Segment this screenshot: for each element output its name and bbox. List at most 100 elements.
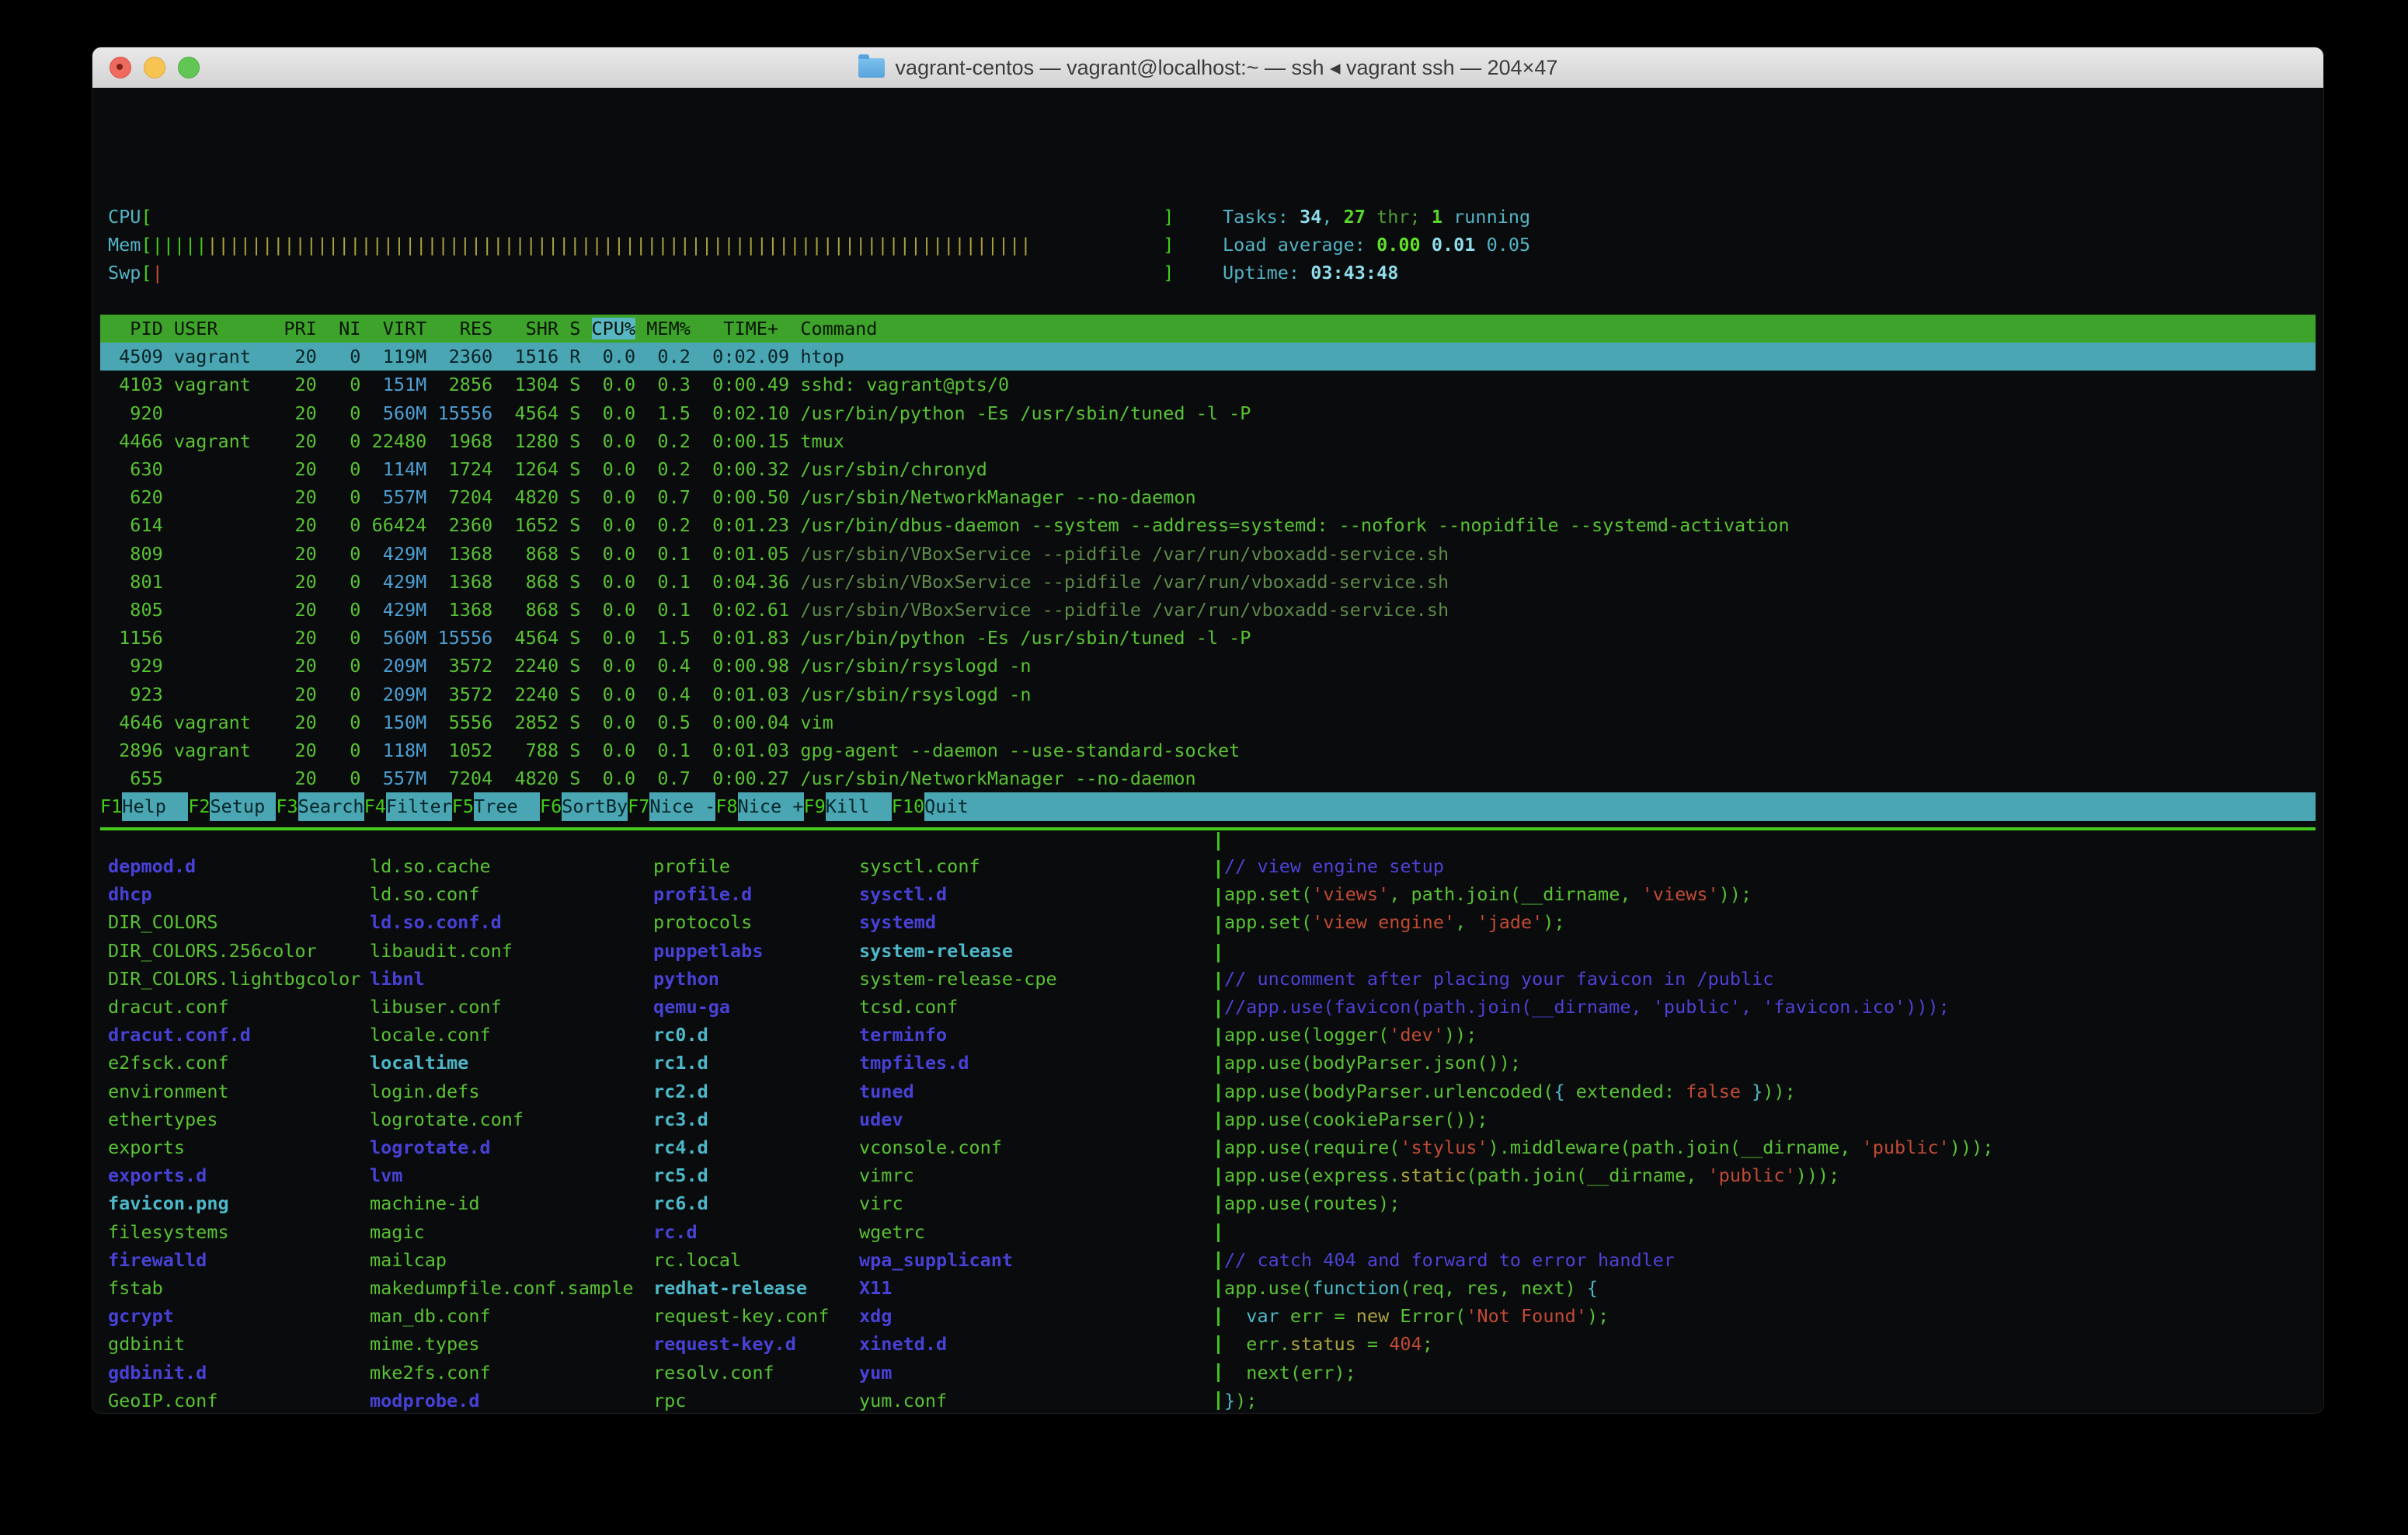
file-entry: qemu-ga: [653, 993, 730, 1021]
fkey-f5[interactable]: F5: [452, 792, 474, 820]
file-entry: rc0.d: [653, 1021, 708, 1049]
process-row[interactable]: 4103 vagrant 20 0 151M 2856 1304 S 0.0 0…: [100, 371, 2316, 399]
file-entry: logrotate.d: [370, 1133, 491, 1161]
file-entry: rc3.d: [653, 1105, 708, 1133]
file-entry: man_db.conf: [370, 1302, 491, 1330]
traffic-lights: [110, 47, 200, 88]
file-entry: sysctl.d: [859, 880, 947, 908]
file-entry: rpc: [653, 1387, 686, 1414]
zoom-button[interactable]: [178, 57, 200, 78]
fkey-f3[interactable]: F3: [276, 792, 298, 820]
file-entry: terminfo: [859, 1021, 947, 1049]
fkey-f2[interactable]: F2: [188, 792, 210, 820]
close-button[interactable]: [110, 57, 131, 78]
tmux-vertical-divider: [1217, 832, 1220, 1414]
file-entry: virc: [859, 1189, 903, 1217]
fkey-f6[interactable]: F6: [540, 792, 562, 820]
file-entry: rc2.d: [653, 1077, 708, 1105]
htop-table-header[interactable]: PID USER PRI NI VIRT RES SHR S CPU% MEM%…: [100, 315, 2316, 343]
fkey-label-f4[interactable]: Filter: [386, 792, 452, 820]
terminal-screen[interactable]: CPU[ ]Tasks: 34, 27 thr; 1 runningMem[||…: [92, 88, 2323, 1413]
fkey-label-f2[interactable]: Setup: [210, 792, 276, 820]
file-entry: request-key.conf: [653, 1302, 829, 1330]
file-entry: xinetd.d: [859, 1330, 947, 1358]
process-row[interactable]: 1156 20 0 560M 15556 4564 S 0.0 1.5 0:01…: [100, 624, 2316, 652]
file-entry: ld.so.conf: [370, 880, 479, 908]
file-entry: tmpfiles.d: [859, 1049, 969, 1077]
file-entry: yum: [859, 1359, 892, 1387]
process-row[interactable]: 4509 vagrant 20 0 119M 2360 1516 R 0.0 0…: [100, 343, 2316, 371]
file-entry: request-key.d: [653, 1330, 796, 1358]
file-entry: ld.so.cache: [370, 852, 491, 880]
fkey-label-f6[interactable]: SortBy: [562, 792, 628, 820]
window-titlebar[interactable]: vagrant-centos — vagrant@localhost:~ — s…: [92, 47, 2323, 89]
file-entry: mime.types: [370, 1330, 479, 1358]
file-entry: locale.conf: [370, 1021, 491, 1049]
file-entry: ld.so.conf.d: [370, 908, 502, 936]
file-entry: environment: [108, 1077, 229, 1105]
file-entry: X11: [859, 1274, 892, 1302]
process-row[interactable]: 801 20 0 429M 1368 868 S 0.0 0.1 0:04.36…: [100, 568, 2316, 596]
fkey-f9[interactable]: F9: [804, 792, 826, 820]
file-entry: libuser.conf: [370, 993, 502, 1021]
fkey-label-f9[interactable]: Kill: [826, 792, 892, 820]
fkey-label-f10[interactable]: Quit: [924, 792, 990, 820]
file-entry: gdbinit: [108, 1330, 185, 1358]
fkey-f10[interactable]: F10: [892, 792, 924, 820]
process-row[interactable]: 923 20 0 209M 3572 2240 S 0.0 0.4 0:01.0…: [100, 680, 2316, 708]
file-entry: rc.d: [653, 1218, 698, 1246]
process-row[interactable]: 805 20 0 429M 1368 868 S 0.0 0.1 0:02.61…: [100, 596, 2316, 624]
tmux-horizontal-divider: [100, 827, 2316, 830]
file-entry: fstab: [108, 1274, 163, 1302]
file-entry: localtime: [370, 1049, 468, 1077]
process-row[interactable]: 614 20 0 66424 2360 1652 S 0.0 0.2 0:01.…: [100, 511, 2316, 539]
fkey-f1[interactable]: F1: [100, 792, 122, 820]
file-entry: GeoIP.conf: [108, 1387, 217, 1414]
file-entry: modprobe.d: [370, 1387, 479, 1414]
file-entry: protocols: [653, 908, 752, 936]
file-entry: e2fsck.conf: [108, 1049, 229, 1077]
file-entry: rc.local: [653, 1246, 741, 1274]
process-row[interactable]: 620 20 0 557M 7204 4820 S 0.0 0.7 0:00.5…: [100, 483, 2316, 511]
file-entry: resolv.conf: [653, 1359, 774, 1387]
file-entry: tuned: [859, 1077, 914, 1105]
file-entry: mke2fs.conf: [370, 1359, 491, 1387]
file-entry: logrotate.conf: [370, 1105, 524, 1133]
fkey-label-f5[interactable]: Tree: [474, 792, 540, 820]
file-entry: system-release-cpe: [859, 965, 1057, 993]
process-row[interactable]: 920 20 0 560M 15556 4564 S 0.0 1.5 0:02.…: [100, 399, 2316, 427]
process-row[interactable]: 4646 vagrant 20 0 150M 5556 2852 S 0.0 0…: [100, 708, 2316, 736]
file-entry: depmod.d: [108, 852, 196, 880]
file-entry: dhcp: [108, 880, 152, 908]
process-row[interactable]: 929 20 0 209M 3572 2240 S 0.0 0.4 0:00.9…: [100, 652, 2316, 680]
file-entry: login.defs: [370, 1077, 479, 1105]
htop-meter-cpu: CPU[ ]Tasks: 34, 27 thr; 1 running: [108, 203, 1174, 231]
file-entry: rc1.d: [653, 1049, 708, 1077]
fkey-f7[interactable]: F7: [628, 792, 649, 820]
fkey-label-f8[interactable]: Nice +: [738, 792, 804, 820]
terminal-window: vagrant-centos — vagrant@localhost:~ — s…: [92, 47, 2324, 1414]
file-entry: rc5.d: [653, 1161, 708, 1189]
process-row[interactable]: 809 20 0 429M 1368 868 S 0.0 0.1 0:01.05…: [100, 540, 2316, 568]
fkey-label-f3[interactable]: Search: [298, 792, 364, 820]
htop-fkey-bar: F1Help F2Setup F3SearchF4FilterF5Tree F6…: [100, 792, 2316, 820]
file-entry: dracut.conf.d: [108, 1021, 251, 1049]
file-entry: DIR_COLORS.256color: [108, 937, 317, 965]
fkey-f8[interactable]: F8: [715, 792, 737, 820]
fkey-f4[interactable]: F4: [364, 792, 386, 820]
file-entry: vimrc: [859, 1161, 914, 1189]
window-title: vagrant-centos — vagrant@localhost:~ — s…: [858, 56, 1558, 80]
file-entry: rc6.d: [653, 1189, 708, 1217]
file-entry: python: [653, 965, 719, 993]
process-row[interactable]: 2896 vagrant 20 0 118M 1052 788 S 0.0 0.…: [100, 736, 2316, 764]
minimize-button[interactable]: [144, 57, 165, 78]
file-entry: udev: [859, 1105, 903, 1133]
process-row[interactable]: 4466 vagrant 20 0 22480 1968 1280 S 0.0 …: [100, 427, 2316, 455]
file-entry: DIR_COLORS: [108, 908, 217, 936]
file-entry: rc4.d: [653, 1133, 708, 1161]
fkey-label-f7[interactable]: Nice -: [649, 792, 715, 820]
process-row[interactable]: 655 20 0 557M 7204 4820 S 0.0 0.7 0:00.2…: [100, 764, 2316, 792]
folder-icon: [858, 58, 885, 78]
process-row[interactable]: 630 20 0 114M 1724 1264 S 0.0 0.2 0:00.3…: [100, 455, 2316, 483]
fkey-label-f1[interactable]: Help: [122, 792, 188, 820]
